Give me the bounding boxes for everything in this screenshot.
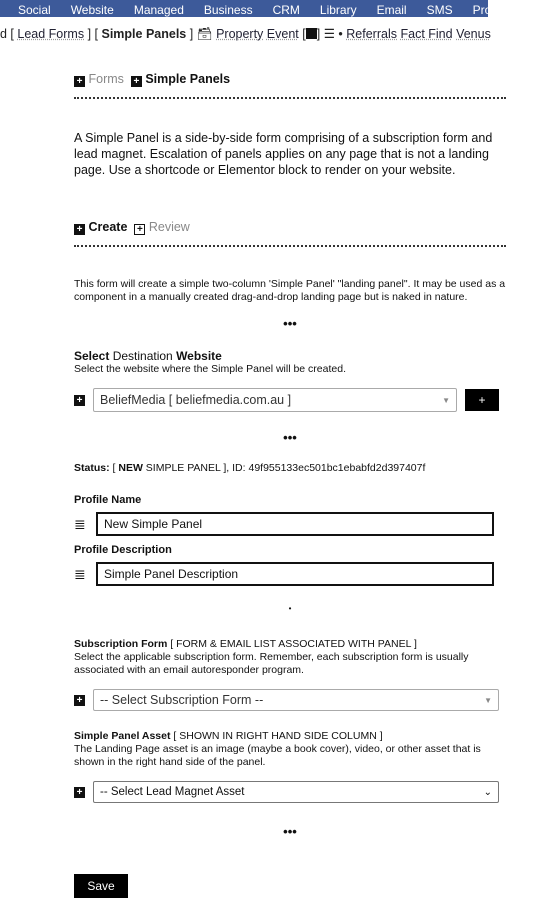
status-label: Status: bbox=[74, 462, 110, 474]
dest-label: Website bbox=[176, 349, 222, 363]
link-simple-panels[interactable]: Simple Panels bbox=[101, 27, 186, 41]
nav-email[interactable]: Email bbox=[377, 3, 407, 17]
asset-label: Simple Panel Asset bbox=[74, 730, 171, 742]
chevron-down-icon: ⌄ bbox=[483, 786, 492, 798]
tab-review[interactable]: Review bbox=[149, 220, 190, 234]
subscription-form-tag: [ FORM & EMAIL LIST ASSOCIATED WITH PANE… bbox=[167, 638, 417, 650]
profile-description-input[interactable]: Simple Panel Description bbox=[96, 562, 494, 586]
status-line: Status: [ NEW SIMPLE PANEL ], ID: 49f955… bbox=[74, 462, 506, 474]
ellipsis: ••• bbox=[283, 430, 297, 445]
text: A Simple Panel is a side-by-side form co… bbox=[74, 131, 373, 145]
link-fact-find[interactable]: Fact Find bbox=[400, 27, 452, 41]
save-button[interactable]: Save bbox=[74, 874, 128, 898]
subscription-form-label: Subscription Form bbox=[74, 638, 168, 650]
subscription-form-help: Select the applicable subscription form.… bbox=[74, 651, 469, 676]
link-venus[interactable]: Venus bbox=[456, 27, 491, 41]
plus-icon[interactable]: + bbox=[74, 786, 85, 798]
asset-select-value: -- Select Lead Magnet Asset bbox=[100, 786, 245, 798]
status-id: SIMPLE PANEL ], ID: 49f955133ec501bc1eba… bbox=[142, 462, 426, 474]
dest-label: Destination bbox=[109, 349, 177, 363]
subscription-form-select[interactable]: -- Select Subscription Form -- ▼ bbox=[93, 689, 499, 711]
separator: • bbox=[338, 27, 343, 41]
profile-description-label: Profile Description bbox=[74, 544, 172, 556]
plus-square-icon: + bbox=[134, 224, 146, 235]
add-website-button[interactable]: + bbox=[465, 389, 499, 411]
menu-icon[interactable]: ≣ bbox=[74, 516, 88, 533]
nav-managed[interactable]: Managed bbox=[134, 3, 184, 17]
text: . bbox=[142, 147, 150, 161]
website-select[interactable]: BeliefMedia [ beliefmedia.com.au ] ▼ bbox=[93, 388, 457, 412]
bracket: ] bbox=[189, 27, 194, 41]
text: and bbox=[467, 131, 493, 145]
link-event[interactable]: Event bbox=[267, 27, 299, 41]
link-property[interactable]: Property bbox=[216, 27, 263, 41]
asset-select[interactable]: -- Select Lead Magnet Asset ⌄ bbox=[93, 781, 499, 803]
nav-crm[interactable]: CRM bbox=[273, 3, 300, 17]
chevron-down-icon: ▼ bbox=[442, 395, 450, 405]
menu-icon[interactable]: ≣ bbox=[74, 566, 88, 583]
top-nav: Social Website Managed Business CRM Libr… bbox=[0, 0, 488, 17]
nav-social[interactable]: Social bbox=[18, 3, 51, 17]
website-select-value: BeliefMedia [ beliefmedia.com.au ] bbox=[100, 393, 292, 407]
divider bbox=[74, 245, 506, 247]
link-subscription-form[interactable]: subscription form bbox=[373, 131, 468, 145]
plus-icon[interactable]: + bbox=[74, 694, 85, 706]
bracket: ] bbox=[316, 27, 321, 41]
divider bbox=[74, 97, 506, 99]
plus-icon: + bbox=[130, 76, 142, 87]
nav-sms[interactable]: SMS bbox=[427, 3, 453, 17]
status-state: NEW bbox=[118, 462, 143, 474]
tab-create[interactable]: Create bbox=[88, 220, 127, 234]
square-icon[interactable] bbox=[305, 28, 317, 39]
link-referrals[interactable]: Referrals bbox=[346, 27, 397, 41]
link-lead-magnet[interactable]: lead magnet bbox=[74, 147, 143, 161]
subscription-form-value: -- Select Subscription Form -- bbox=[100, 693, 264, 707]
bracket: d [ bbox=[0, 27, 14, 41]
tabs-create: + Create + Review bbox=[74, 220, 506, 247]
ellipsis: ••• bbox=[283, 316, 297, 331]
profile-name-label: Profile Name bbox=[74, 494, 142, 506]
dest-label: Select bbox=[74, 349, 110, 363]
nav-property[interactable]: Property bbox=[473, 3, 488, 17]
chevron-down-icon: ▼ bbox=[484, 695, 492, 705]
inbox-icon[interactable]: 🗃 bbox=[197, 27, 213, 41]
nav-website[interactable]: Website bbox=[71, 3, 114, 17]
plus-icon: + bbox=[74, 76, 85, 87]
dot: • bbox=[288, 604, 292, 613]
tab-simple-panels[interactable]: Simple Panels bbox=[145, 72, 230, 86]
sub-nav: d [ Lead Forms ] [ Simple Panels ] 🗃 Pro… bbox=[0, 26, 491, 42]
bracket: ] [ bbox=[87, 27, 98, 41]
ellipsis: ••• bbox=[283, 824, 297, 839]
asset-tag: [ SHOWN IN RIGHT HAND SIDE COLUMN ] bbox=[170, 730, 383, 742]
intro-text: A Simple Panel is a side-by-side form co… bbox=[74, 130, 506, 178]
nav-library[interactable]: Library bbox=[320, 3, 357, 17]
asset-help: The Landing Page asset is an image (mayb… bbox=[74, 743, 481, 768]
profile-name-input[interactable]: New Simple Panel bbox=[96, 512, 494, 536]
tabs-top: + Forms + Simple Panels bbox=[74, 72, 506, 99]
form-description: This form will create a simple two-colum… bbox=[74, 278, 506, 303]
link-lead-forms[interactable]: Lead Forms bbox=[17, 27, 84, 41]
dest-help: Select the website where the Simple Pane… bbox=[74, 363, 346, 375]
nav-business[interactable]: Business bbox=[204, 3, 253, 17]
plus-icon[interactable]: + bbox=[74, 394, 85, 406]
list-icon[interactable]: ☰ bbox=[324, 27, 335, 41]
link-escalation[interactable]: Escalation bbox=[150, 147, 208, 161]
plus-icon: + bbox=[74, 224, 85, 235]
tab-forms[interactable]: Forms bbox=[88, 72, 123, 86]
